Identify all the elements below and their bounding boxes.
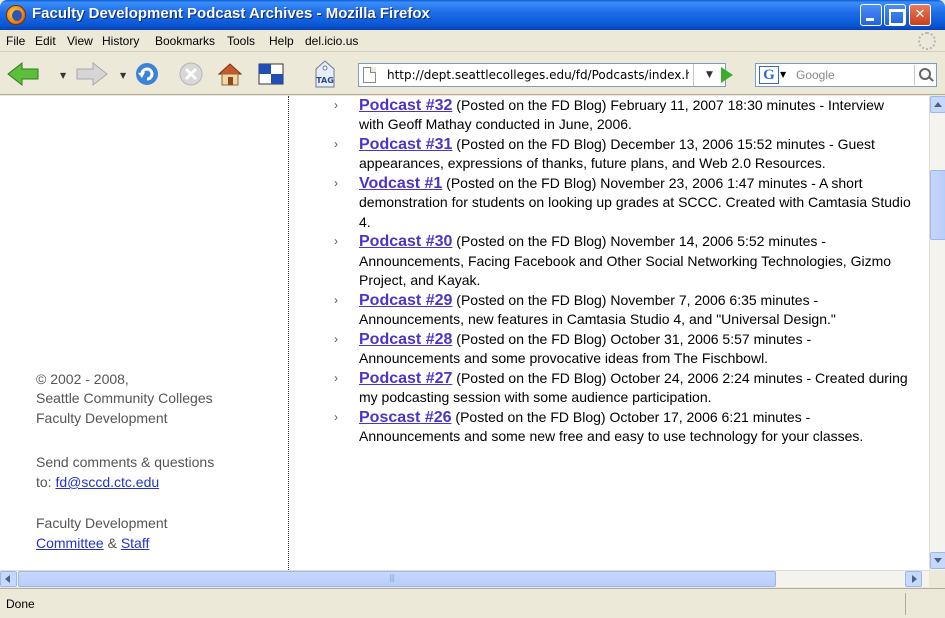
- url-bar[interactable]: http://dept.seattlecolleges.edu/fd/Podca…: [358, 63, 726, 87]
- tag-button[interactable]: TAG: [313, 59, 337, 89]
- status-text: Done: [6, 597, 35, 611]
- home-button[interactable]: [216, 61, 244, 87]
- horizontal-scroll-thumb[interactable]: [18, 571, 776, 587]
- status-bar: Done: [0, 588, 945, 618]
- menu-history[interactable]: History: [102, 34, 139, 48]
- list-item: › Podcast #27 (Posted on the FD Blog) Oct…: [322, 369, 912, 408]
- scroll-up-button[interactable]: [930, 96, 945, 113]
- podcast-list: › Podcast #32 (Posted on the FD Blog) Feb…: [322, 96, 912, 447]
- throbber-icon: [918, 32, 936, 50]
- menu-bookmarks[interactable]: Bookmarks: [155, 34, 215, 48]
- firefox-icon: [6, 5, 26, 25]
- bullet-icon: ›: [334, 292, 338, 307]
- scrollbar-corner: [929, 570, 945, 587]
- comments-prefix: to:: [36, 474, 56, 490]
- dept-name: Faculty Development: [36, 410, 168, 426]
- bullet-icon: ›: [334, 331, 338, 346]
- sidebar: © 2002 - 2008, Seattle Community College…: [0, 96, 289, 570]
- podcast-link[interactable]: Poscast #26: [359, 409, 452, 426]
- resize-grip[interactable]: [905, 593, 927, 615]
- reload-button[interactable]: [133, 61, 161, 87]
- menu-file[interactable]: File: [6, 34, 25, 48]
- list-item: › Podcast #29 (Posted on the FD Blog) Nov…: [322, 291, 912, 330]
- podcast-link[interactable]: Podcast #27: [359, 370, 452, 387]
- scroll-down-button[interactable]: [930, 552, 945, 569]
- page-content: © 2002 - 2008, Seattle Community College…: [0, 96, 929, 570]
- list-item: › Podcast #31 (Posted on the FD Blog) Dec…: [322, 135, 912, 174]
- home-icon: [217, 63, 243, 86]
- window-title: Faculty Development Podcast Archives - M…: [32, 5, 430, 22]
- back-dropdown-icon[interactable]: ▼: [60, 71, 66, 80]
- scroll-left-button[interactable]: [0, 571, 17, 587]
- podcast-link[interactable]: Podcast #30: [359, 233, 452, 250]
- list-item: › Vodcast #1 (Posted on the FD Blog) Nove…: [322, 174, 912, 233]
- menu-bar: File Edit View History Bookmarks Tools H…: [0, 30, 945, 52]
- forward-dropdown-icon[interactable]: ▼: [120, 71, 126, 80]
- horizontal-scrollbar[interactable]: [0, 570, 929, 587]
- go-button[interactable]: [716, 65, 736, 85]
- menu-delicious[interactable]: del.icio.us: [305, 34, 358, 48]
- committee-staff: Committee & Staff: [36, 534, 149, 553]
- maximize-button[interactable]: [884, 4, 906, 26]
- tag-label: TAG: [316, 76, 334, 85]
- stop-icon: [179, 62, 203, 86]
- search-icon[interactable]: [914, 65, 934, 85]
- navigation-toolbar: ▼ ▼ TAG http://dept.seattlecolleges.edu/…: [0, 53, 945, 95]
- search-input[interactable]: Google: [796, 68, 835, 82]
- vertical-scrollbar[interactable]: [929, 96, 945, 570]
- title-bar: Faculty Development Podcast Archives - M…: [0, 0, 945, 30]
- search-engine-dropdown-icon[interactable]: ▼: [780, 70, 786, 79]
- menu-tools[interactable]: Tools: [227, 34, 255, 48]
- search-bar[interactable]: G ▼ Google: [755, 63, 937, 87]
- forward-button[interactable]: [75, 61, 109, 87]
- url-input[interactable]: http://dept.seattlecolleges.edu/fd/Podca…: [387, 68, 689, 82]
- podcast-description: (Posted on the FD Blog) November 23, 200…: [359, 174, 911, 230]
- scroll-right-button[interactable]: [905, 571, 922, 587]
- bullet-icon: ›: [334, 409, 338, 424]
- bullet-icon: ›: [334, 234, 338, 248]
- stop-button[interactable]: [177, 61, 205, 87]
- tag-icon: TAG: [315, 60, 335, 88]
- org-name: Seattle Community Colleges: [36, 390, 213, 406]
- list-item: › Poscast #26 (Posted on the FD Blog) Oct…: [322, 408, 912, 447]
- window-layout-icon: [258, 63, 284, 85]
- vertical-scroll-thumb[interactable]: [930, 170, 945, 240]
- bullet-icon: ›: [334, 136, 338, 151]
- podcast-link[interactable]: Podcast #32: [359, 97, 452, 114]
- staff-link[interactable]: Staff: [121, 535, 150, 551]
- forward-arrow-icon: [76, 61, 108, 87]
- email-link[interactable]: fd@sccd.ctc.edu: [55, 474, 159, 490]
- reload-icon: [136, 63, 158, 85]
- list-item: › Podcast #30 (Posted on the FD Blog) Nov…: [322, 232, 912, 291]
- bookmarks-button[interactable]: [257, 61, 285, 87]
- minimize-button[interactable]: [860, 4, 882, 26]
- list-item: › Podcast #32 (Posted on the FD Blog) Feb…: [322, 96, 912, 135]
- bullet-icon: ›: [334, 97, 338, 112]
- back-button[interactable]: [6, 61, 40, 87]
- copyright-line: © 2002 - 2008,: [36, 371, 129, 387]
- page-icon: [363, 67, 376, 83]
- podcast-link[interactable]: Podcast #31: [359, 136, 452, 153]
- podcast-link[interactable]: Podcast #28: [359, 331, 452, 348]
- menu-edit[interactable]: Edit: [35, 34, 56, 48]
- google-icon[interactable]: G: [759, 66, 779, 84]
- menu-help[interactable]: Help: [269, 34, 294, 48]
- close-button[interactable]: ✕: [909, 4, 931, 26]
- committee-link[interactable]: Committee: [36, 535, 104, 551]
- comments-to: to: fd@sccd.ctc.edu: [36, 473, 159, 492]
- back-arrow-icon: [7, 61, 39, 87]
- fd-label: Faculty Development: [36, 515, 168, 531]
- podcast-link[interactable]: Podcast #29: [359, 292, 452, 309]
- podcast-link[interactable]: Vodcast #1: [359, 175, 442, 192]
- list-item: › Podcast #28 (Posted on the FD Blog) Oct…: [322, 330, 912, 369]
- ampersand: &: [103, 535, 121, 551]
- bullet-icon: ›: [334, 175, 338, 190]
- bullet-icon: ›: [334, 370, 338, 385]
- menu-view[interactable]: View: [67, 34, 93, 48]
- comments-text: Send comments & questions: [36, 454, 215, 470]
